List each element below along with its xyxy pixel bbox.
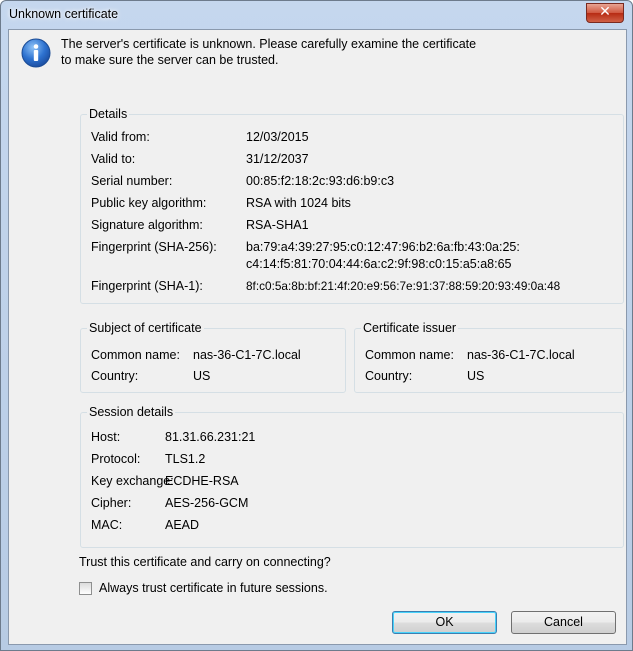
mac-value: AEAD <box>165 518 200 532</box>
subject-cn-value: nas-36-C1-7C.local <box>193 348 301 362</box>
fp256-label: Fingerprint (SHA-256): <box>91 240 217 254</box>
cipher-value: AES-256-GCM <box>165 496 249 510</box>
info-icon <box>21 38 51 68</box>
close-icon: ✕ <box>599 4 611 20</box>
issuer-country-label: Country: <box>365 369 413 383</box>
subject-title: Subject of certificate <box>87 320 204 336</box>
dialog-content: The server's certificate is unknown. Ple… <box>8 29 627 645</box>
window-title: Unknown certificate <box>9 7 119 21</box>
close-button[interactable]: ✕ <box>586 3 624 23</box>
details-title: Details <box>87 106 130 122</box>
subject-country-label: Country: <box>91 369 139 383</box>
issuer-country-value: US <box>467 369 485 383</box>
fp256-value-line2: c4:14:f5:81:70:04:44:6a:c2:9f:98:c0:15:a… <box>246 257 512 271</box>
host-value: 81.31.66.231:21 <box>165 430 256 444</box>
issuer-group: Certificate issuer Common name: nas-36-C… <box>354 320 624 393</box>
trust-prompt: Trust this certificate and carry on conn… <box>79 555 331 569</box>
fp256-value-line1: ba:79:a4:39:27:95:c0:12:47:96:b2:6a:fb:4… <box>246 240 520 254</box>
cancel-button[interactable]: Cancel <box>511 611 616 634</box>
sigalg-value: RSA-SHA1 <box>246 218 309 232</box>
ok-button[interactable]: OK <box>392 611 497 634</box>
details-group: Details Valid from: 12/03/2015 Valid to:… <box>80 106 624 304</box>
pubkey-value: RSA with 1024 bits <box>246 196 351 210</box>
mac-label: MAC: <box>91 518 123 532</box>
subject-country-value: US <box>193 369 211 383</box>
issuer-title: Certificate issuer <box>361 320 459 336</box>
valid-from-value: 12/03/2015 <box>246 130 309 144</box>
subject-group: Subject of certificate Common name: nas-… <box>80 320 346 393</box>
issuer-cn-value: nas-36-C1-7C.local <box>467 348 575 362</box>
serial-value: 00:85:f2:18:2c:93:d6:b9:c3 <box>246 174 395 188</box>
always-trust-checkbox[interactable] <box>79 582 92 595</box>
intro-text: The server's certificate is unknown. Ple… <box>61 37 477 67</box>
session-title: Session details <box>87 404 176 420</box>
cipher-label: Cipher: <box>91 496 132 510</box>
session-group: Session details Host: 81.31.66.231:21 Pr… <box>80 404 624 548</box>
kex-value: ECDHE-RSA <box>165 474 239 488</box>
host-label: Host: <box>91 430 121 444</box>
protocol-value: TLS1.2 <box>165 452 206 466</box>
dialog-window: Unknown certificate ✕ The server's certi… <box>0 0 633 651</box>
valid-from-label: Valid from: <box>91 130 150 144</box>
subject-cn-label: Common name: <box>91 348 180 362</box>
fp1-value: 8f:c0:5a:8b:bf:21:4f:20:e9:56:7e:91:37:8… <box>246 279 561 293</box>
kex-label: Key exchange: <box>91 474 174 488</box>
valid-to-value: 31/12/2037 <box>246 152 309 166</box>
issuer-cn-label: Common name: <box>365 348 454 362</box>
pubkey-label: Public key algorithm: <box>91 196 207 210</box>
title-bar: Unknown certificate ✕ <box>1 1 632 29</box>
protocol-label: Protocol: <box>91 452 141 466</box>
always-trust-label[interactable]: Always trust certificate in future sessi… <box>99 581 328 595</box>
fp1-label: Fingerprint (SHA-1): <box>91 279 203 293</box>
valid-to-label: Valid to: <box>91 152 136 166</box>
serial-label: Serial number: <box>91 174 173 188</box>
sigalg-label: Signature algorithm: <box>91 218 203 232</box>
